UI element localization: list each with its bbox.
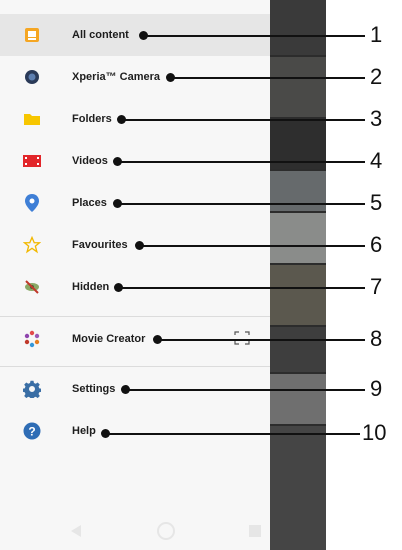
callout-number: 1 [370, 22, 383, 47]
back-icon[interactable] [70, 524, 82, 543]
home-icon[interactable] [156, 521, 176, 546]
thumbnail[interactable] [270, 265, 326, 325]
menu-label: Folders [72, 113, 112, 125]
callout-line [117, 161, 365, 163]
recents-icon[interactable] [248, 524, 262, 543]
thumbnail[interactable] [270, 426, 326, 550]
menu-label: Xperia™ Camera [72, 71, 161, 83]
menu-label: Hidden [72, 281, 110, 293]
menu-label: Favourites [72, 239, 128, 251]
svg-text:?: ? [28, 425, 35, 439]
callout-number: 5 [370, 190, 383, 215]
callout-line [121, 119, 365, 121]
callout-line [125, 389, 365, 391]
callout-number: 3 [370, 106, 383, 131]
callout-line [139, 245, 365, 247]
folder-icon [22, 109, 42, 129]
callout-number: 6 [370, 232, 383, 257]
callout-line [118, 287, 365, 289]
divider [0, 316, 270, 317]
menu-label: Videos [72, 155, 108, 167]
thumbnail[interactable] [270, 374, 326, 424]
callout-line [117, 203, 365, 205]
menu-label: Help [72, 425, 96, 437]
thumbnail[interactable] [270, 0, 326, 55]
callout-line [143, 35, 365, 37]
callout-number: 7 [370, 274, 383, 299]
callout-number: 8 [370, 326, 383, 351]
thumbnail[interactable] [270, 213, 326, 263]
movie-creator-icon [22, 329, 42, 349]
help-icon: ? [22, 421, 42, 441]
location-pin-icon [22, 193, 42, 213]
star-icon [22, 235, 42, 255]
callout-number: 9 [370, 376, 383, 401]
video-icon [22, 151, 42, 171]
callout-number: 10 [362, 420, 387, 445]
system-nav-bar [0, 514, 270, 550]
menu-label: Movie Creator [72, 333, 146, 345]
callout-line [105, 433, 360, 435]
gear-icon [22, 379, 42, 399]
menu-label: Settings [72, 383, 116, 395]
menu-item-help[interactable]: ? Help [0, 410, 270, 452]
divider [0, 366, 270, 367]
callout-line [157, 339, 365, 341]
callout-number: 2 [370, 64, 383, 89]
open-external-icon[interactable] [234, 331, 250, 345]
thumbnail[interactable] [270, 171, 326, 211]
callout-number: 4 [370, 148, 383, 173]
all-content-icon [22, 25, 42, 45]
menu-label: Places [72, 197, 107, 209]
hidden-icon [22, 277, 42, 297]
photo-grid-strip [270, 0, 326, 550]
navigation-drawer: All content Xperia™ Camera Folders Video… [0, 0, 270, 550]
thumbnail[interactable] [270, 57, 326, 117]
menu-label: All content [72, 29, 129, 41]
callout-line [170, 77, 365, 79]
camera-icon [22, 67, 42, 87]
thumbnail[interactable] [270, 327, 326, 372]
